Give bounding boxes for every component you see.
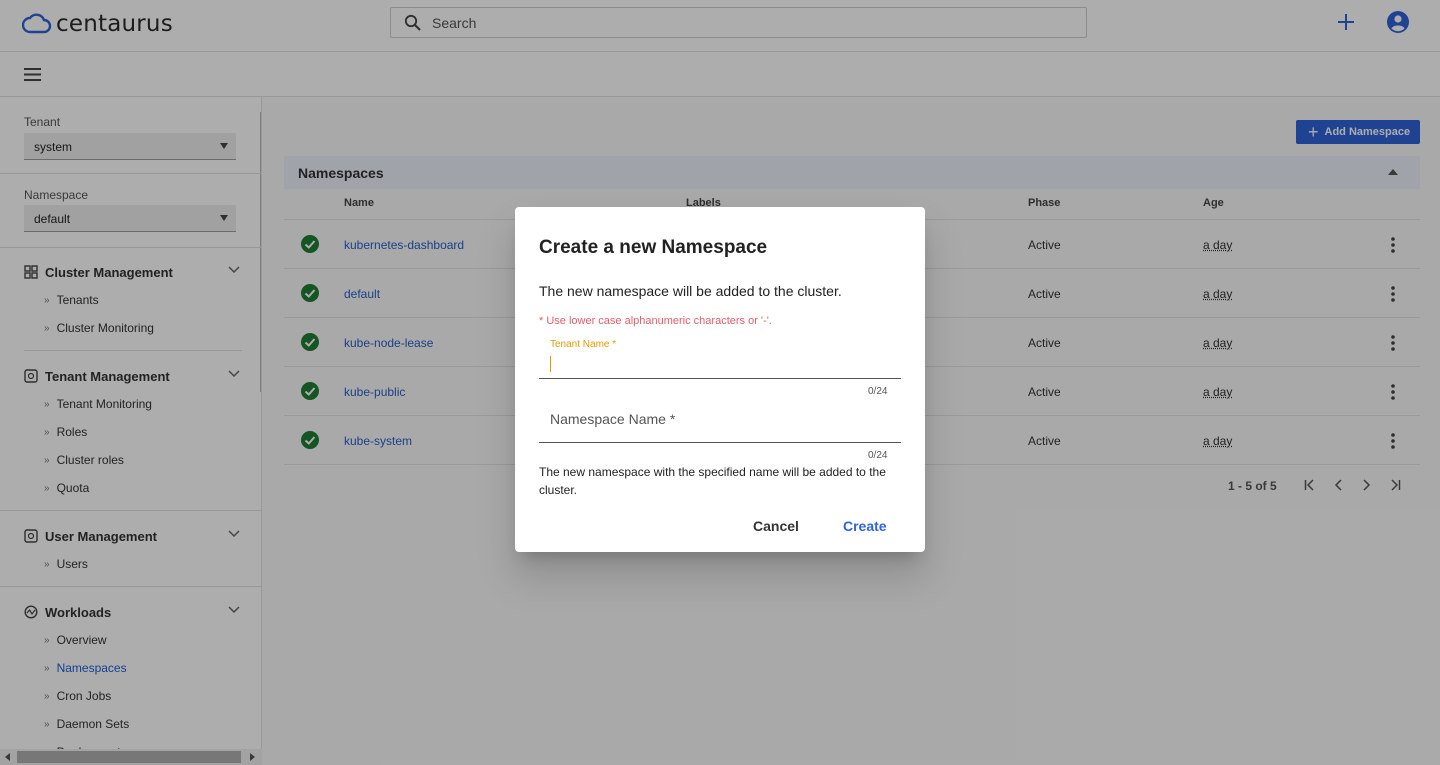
cancel-button[interactable]: Cancel [753,518,799,534]
tenant-name-underline [539,378,901,379]
tenant-name-input[interactable] [550,356,551,372]
tenant-name-label: Tenant Name * [550,339,617,350]
namespace-name-underline [539,442,901,443]
tenant-name-counter: 0/24 [868,386,888,397]
validation-warning: * Use lower case alphanumeric characters… [539,315,772,327]
namespace-name-counter: 0/24 [868,450,888,461]
create-namespace-dialog: Create a new Namespace The new namespace… [515,207,925,552]
dialog-title: Create a new Namespace [539,237,768,258]
namespace-name-input[interactable]: Namespace Name * [550,411,675,427]
create-button[interactable]: Create [843,518,887,534]
dialog-description: The new namespace will be added to the c… [539,283,842,299]
dialog-note: The new namespace with the specified nam… [539,465,886,497]
